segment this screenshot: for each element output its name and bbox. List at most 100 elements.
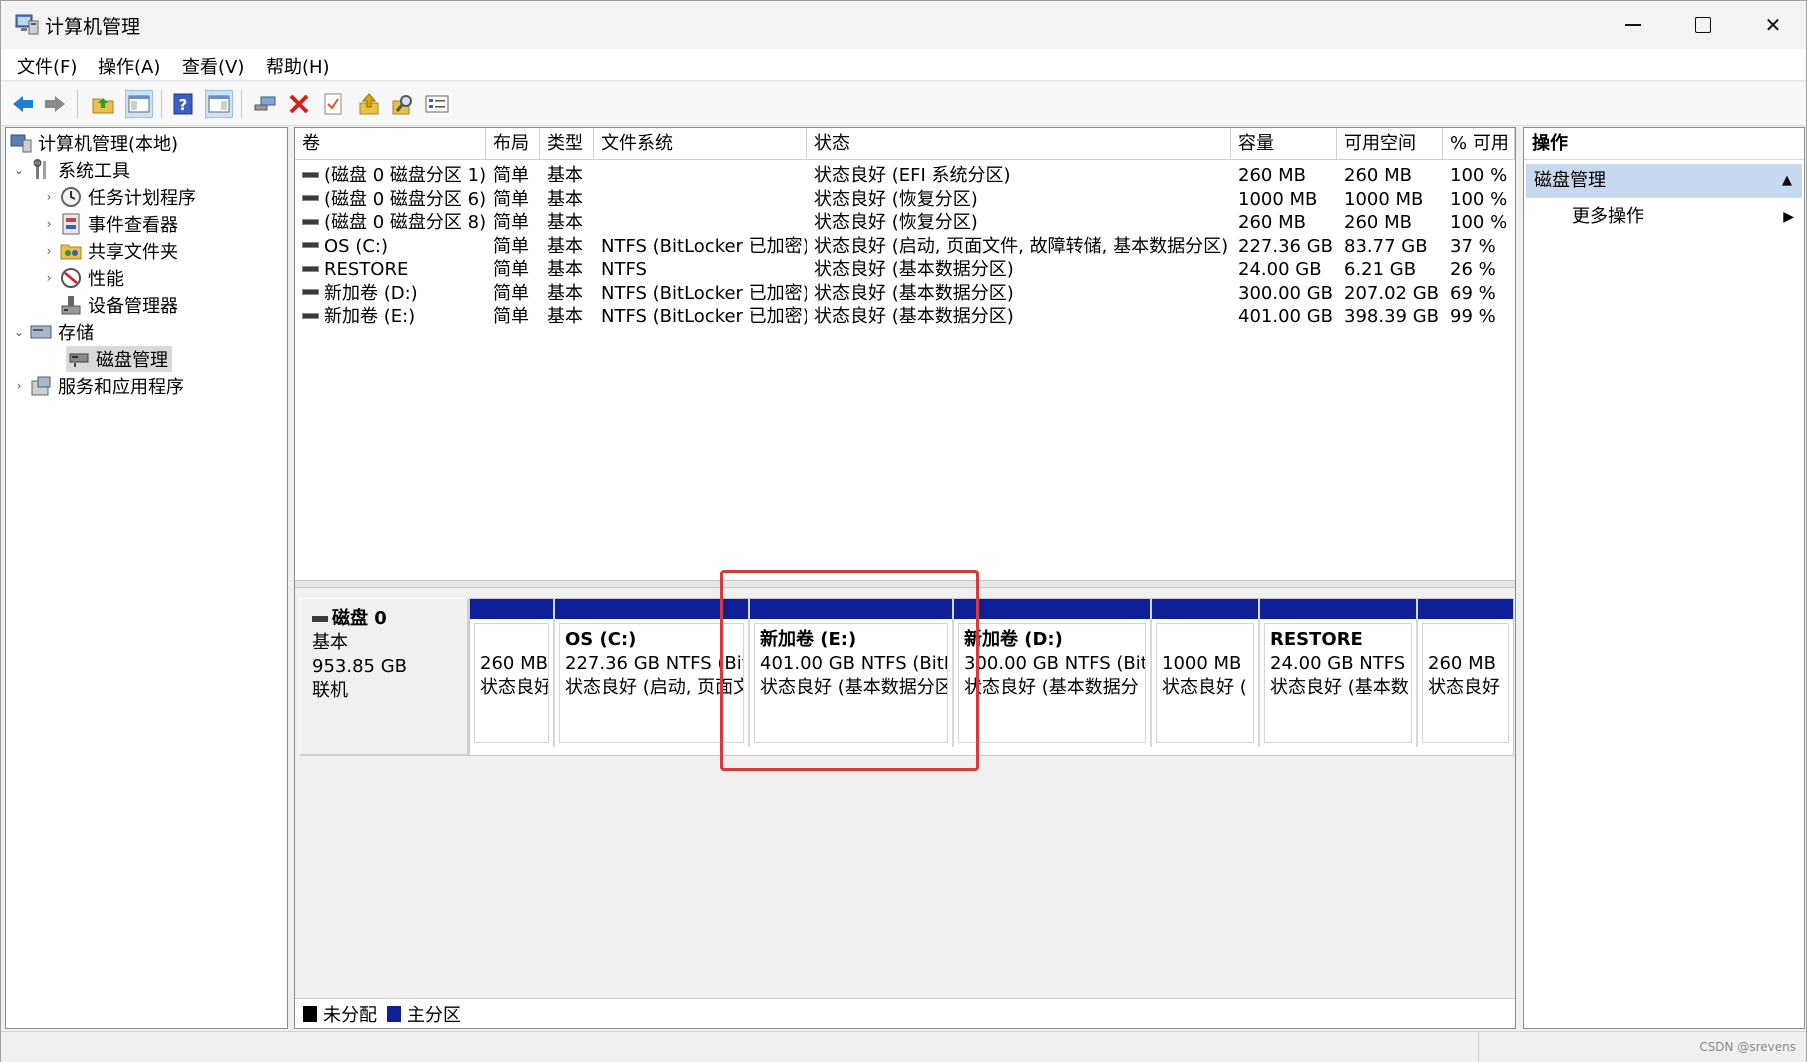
cell-type: 基本 xyxy=(540,303,594,330)
chevron-down-icon[interactable]: ⌄ xyxy=(12,163,26,177)
more-actions-item[interactable]: 更多操作 ▶ xyxy=(1572,202,1802,232)
cell-layout: 简单 xyxy=(486,303,540,330)
minimize-button[interactable] xyxy=(1598,1,1668,49)
forward-icon[interactable] xyxy=(41,90,69,118)
column-header-type[interactable]: 类型 xyxy=(540,128,594,160)
menu-file[interactable]: 文件(F) xyxy=(17,53,77,79)
chevron-down-icon[interactable]: ⌄ xyxy=(12,325,26,339)
show-hide-action-pane-icon[interactable] xyxy=(205,90,233,118)
column-header-percent-free[interactable]: % 可用 xyxy=(1443,128,1515,160)
partition-d[interactable]: 新加卷 (D:) 300.00 GB NTFS (BitL 状态良好 (基本数据… xyxy=(954,599,1152,747)
collapse-up-icon[interactable]: ▲ xyxy=(1782,164,1792,198)
volume-icon xyxy=(302,218,319,225)
column-header-filesystem[interactable]: 文件系统 xyxy=(594,128,807,160)
title-bar: 计算机管理 ✕ xyxy=(1,1,1806,49)
cell-text: 简单 xyxy=(493,235,529,257)
cell-text: 新加卷 (D:) xyxy=(324,282,418,304)
chevron-right-icon[interactable]: › xyxy=(12,379,26,393)
disk-management-icon xyxy=(68,348,90,370)
partition-restore[interactable]: RESTORE 24.00 GB NTFS 状态良好 (基本数 xyxy=(1260,599,1418,747)
back-icon[interactable] xyxy=(9,90,37,118)
properties-icon[interactable] xyxy=(319,90,347,118)
chevron-right-icon[interactable]: › xyxy=(42,244,56,258)
tree-item-storage[interactable]: ⌄ 存储 xyxy=(12,319,94,345)
tree-item-event-viewer[interactable]: › 事件查看器 xyxy=(42,211,178,237)
chevron-right-icon[interactable]: › xyxy=(42,217,56,231)
cell-text: 227.36 GB xyxy=(1238,235,1334,257)
partition-status: 状态良好 (基本数据分 xyxy=(964,677,1139,698)
column-header-layout[interactable]: 布局 xyxy=(486,128,540,160)
menu-help[interactable]: 帮助(H) xyxy=(266,53,330,79)
cell-free-space: 398.39 GB xyxy=(1337,303,1443,330)
table-row[interactable]: 新加卷 (E:) 简单 基本 NTFS (BitLocker 已加密) 状态良好 (基本… xyxy=(295,303,1515,330)
tree-item-shared-folders[interactable]: › 共享文件夹 xyxy=(42,238,178,264)
cell-text: 300.00 GB xyxy=(1238,282,1334,304)
menu-action[interactable]: 操作(A) xyxy=(98,53,160,79)
cell-text: 基本 xyxy=(547,259,583,280)
connect-icon[interactable] xyxy=(251,90,279,118)
system-tools-icon xyxy=(30,159,52,181)
partition-recovery-1[interactable]: 1000 MB 状态良好 ( xyxy=(1152,599,1260,747)
cell-text: 新加卷 (E:) xyxy=(324,306,416,327)
actions-header: 操作 xyxy=(1524,128,1804,160)
highlight-box xyxy=(720,570,979,771)
column-header-status[interactable]: 状态 xyxy=(807,128,1231,160)
cell-text: 401.00 GB xyxy=(1238,306,1334,327)
tree-item-system-tools[interactable]: ⌄ 系统工具 xyxy=(12,157,130,183)
close-button[interactable]: ✕ xyxy=(1738,1,1807,49)
tree-item-device-manager[interactable]: 设备管理器 xyxy=(56,292,178,318)
tree-item-computer-management[interactable]: 计算机管理(本地) xyxy=(10,130,178,156)
cell-text: NTFS xyxy=(601,259,647,280)
up-folder-icon[interactable] xyxy=(89,90,117,118)
tree-label: 存储 xyxy=(58,323,94,344)
toolbar-separator xyxy=(161,90,162,118)
disk-type: 基本 xyxy=(312,632,348,653)
partition-size: 300.00 GB NTFS (BitL xyxy=(964,653,1146,674)
column-header-volume[interactable]: 卷 xyxy=(295,128,486,160)
partition-body: 260 MB 状态良好 xyxy=(474,623,549,743)
cell-text: 简单 xyxy=(493,165,529,186)
disk-0-label[interactable]: 磁盘 0 基本 953.85 GB 联机 xyxy=(299,598,469,756)
tree-item-disk-management[interactable]: 磁盘管理 xyxy=(66,346,172,372)
partition-name: OS (C:) xyxy=(565,629,637,650)
maximize-button[interactable] xyxy=(1668,1,1738,49)
partition-recovery-2[interactable]: 260 MB 状态良好 xyxy=(1418,599,1513,747)
chevron-right-icon[interactable]: › xyxy=(42,271,56,285)
submenu-arrow-icon: ▶ xyxy=(1783,209,1794,225)
delete-icon[interactable] xyxy=(285,90,313,118)
partition-size: 260 MB xyxy=(1428,653,1496,674)
maximize-icon xyxy=(1695,17,1711,33)
partition-size: 24.00 GB NTFS xyxy=(1270,653,1406,674)
primary-partition-bar xyxy=(1152,599,1258,619)
help-icon[interactable]: ? xyxy=(169,90,197,118)
toolbar-separator xyxy=(77,90,78,118)
tree-label: 系统工具 xyxy=(58,161,130,182)
cell-percent-free: 99 % xyxy=(1443,303,1515,330)
search-icon[interactable] xyxy=(389,90,417,118)
partition-efi[interactable]: 260 MB 状态良好 xyxy=(470,599,555,747)
primary-partition-swatch xyxy=(387,1005,401,1022)
chevron-right-icon[interactable]: › xyxy=(42,190,56,204)
computer-management-window: 计算机管理 ✕ 文件(F) 操作(A) 查看(V) 帮助(H) ? 计算机管理(… xyxy=(0,0,1807,1062)
view-icon[interactable] xyxy=(423,90,451,118)
disk-icon xyxy=(312,616,328,622)
menu-view[interactable]: 查看(V) xyxy=(182,53,244,79)
tree-label: 设备管理器 xyxy=(88,296,178,317)
tree-label: 任务计划程序 xyxy=(88,188,196,209)
legend-primary: 主分区 xyxy=(407,1004,461,1026)
status-bar: CSDN @srevens xyxy=(1,1031,1806,1062)
tree-label: 共享文件夹 xyxy=(88,242,178,263)
export-icon[interactable] xyxy=(355,90,383,118)
column-header-free-space[interactable]: 可用空间 xyxy=(1337,128,1443,160)
tree-item-services-apps[interactable]: › 服务和应用程序 xyxy=(12,373,184,399)
cell-filesystem: NTFS (BitLocker 已加密) xyxy=(594,303,807,330)
cell-text: 1000 MB xyxy=(1344,188,1424,210)
show-hide-tree-icon[interactable] xyxy=(125,90,153,118)
column-header-capacity[interactable]: 容量 xyxy=(1231,128,1337,160)
tree-item-task-scheduler[interactable]: › 任务计划程序 xyxy=(42,184,196,210)
tree-item-performance[interactable]: › 性能 xyxy=(42,265,124,291)
disk-0-partitions: 260 MB 状态良好 OS (C:) 227.36 GB NTFS (BitL… xyxy=(469,598,1514,756)
actions-section-disk-management[interactable]: 磁盘管理 ▲ xyxy=(1526,164,1802,198)
more-actions-label: 更多操作 xyxy=(1572,206,1644,227)
tree-label: 计算机管理(本地) xyxy=(38,134,179,155)
